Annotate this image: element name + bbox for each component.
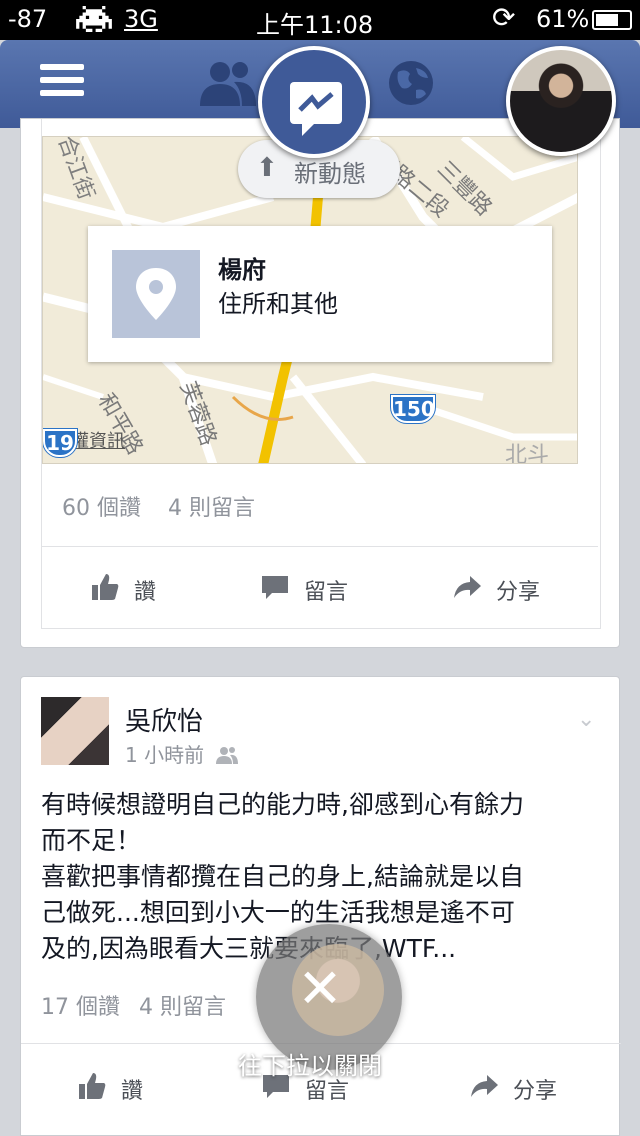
author-name[interactable]: 吳欣怡: [125, 701, 203, 738]
place-category: 住所和其他: [218, 290, 338, 318]
clock: 上午11:08: [256, 11, 374, 39]
comment-count[interactable]: 4 則留言: [168, 490, 255, 522]
place-info-card[interactable]: 楊府 住所和其他: [88, 226, 552, 362]
author-avatar[interactable]: [41, 697, 109, 765]
comment-count[interactable]: 4 則留言: [139, 989, 226, 1021]
share-icon: [471, 1075, 498, 1097]
thumbs-up-icon: [92, 574, 119, 600]
location-pin-icon: [112, 250, 200, 338]
pull-to-close-hint: 往下拉以關閉: [238, 1052, 382, 1080]
friends-audience-icon: [216, 747, 239, 764]
chat-head-avatar[interactable]: [506, 46, 616, 156]
thumbs-up-icon: [79, 1073, 106, 1099]
like-count[interactable]: 60 個讚: [62, 490, 141, 522]
route-badge-19: 19: [43, 429, 77, 457]
sync-icon: ⟳: [492, 1, 516, 34]
map-label-area: 北斗: [505, 443, 550, 464]
arrow-up-icon: ⬆: [256, 153, 278, 183]
post-timestamp[interactable]: 1 小時前: [125, 739, 239, 768]
comment-icon: [262, 576, 288, 599]
share-icon: [454, 576, 481, 598]
status-bar: -87 3G 上午11:08 ⟳ 61%: [0, 0, 640, 40]
divider: [42, 546, 598, 547]
menu-icon[interactable]: [40, 64, 84, 100]
battery-icon: [592, 10, 632, 30]
messenger-chat-head[interactable]: [258, 46, 370, 158]
map-copyright-link[interactable]: 權資訊: [71, 427, 125, 453]
chevron-down-icon[interactable]: ⌄: [577, 707, 595, 732]
battery-percent: 61%: [536, 5, 590, 33]
like-count[interactable]: 17 個讚: [41, 989, 120, 1021]
close-icon[interactable]: ✕: [290, 962, 350, 1022]
signal-strength: -87: [8, 5, 48, 33]
network-type: 3G: [124, 5, 158, 33]
place-name: 楊府: [218, 256, 266, 284]
globe-icon[interactable]: [388, 60, 434, 110]
invader-icon: [72, 6, 116, 38]
friends-icon[interactable]: [200, 60, 256, 110]
route-badge-150: 150: [391, 395, 435, 423]
